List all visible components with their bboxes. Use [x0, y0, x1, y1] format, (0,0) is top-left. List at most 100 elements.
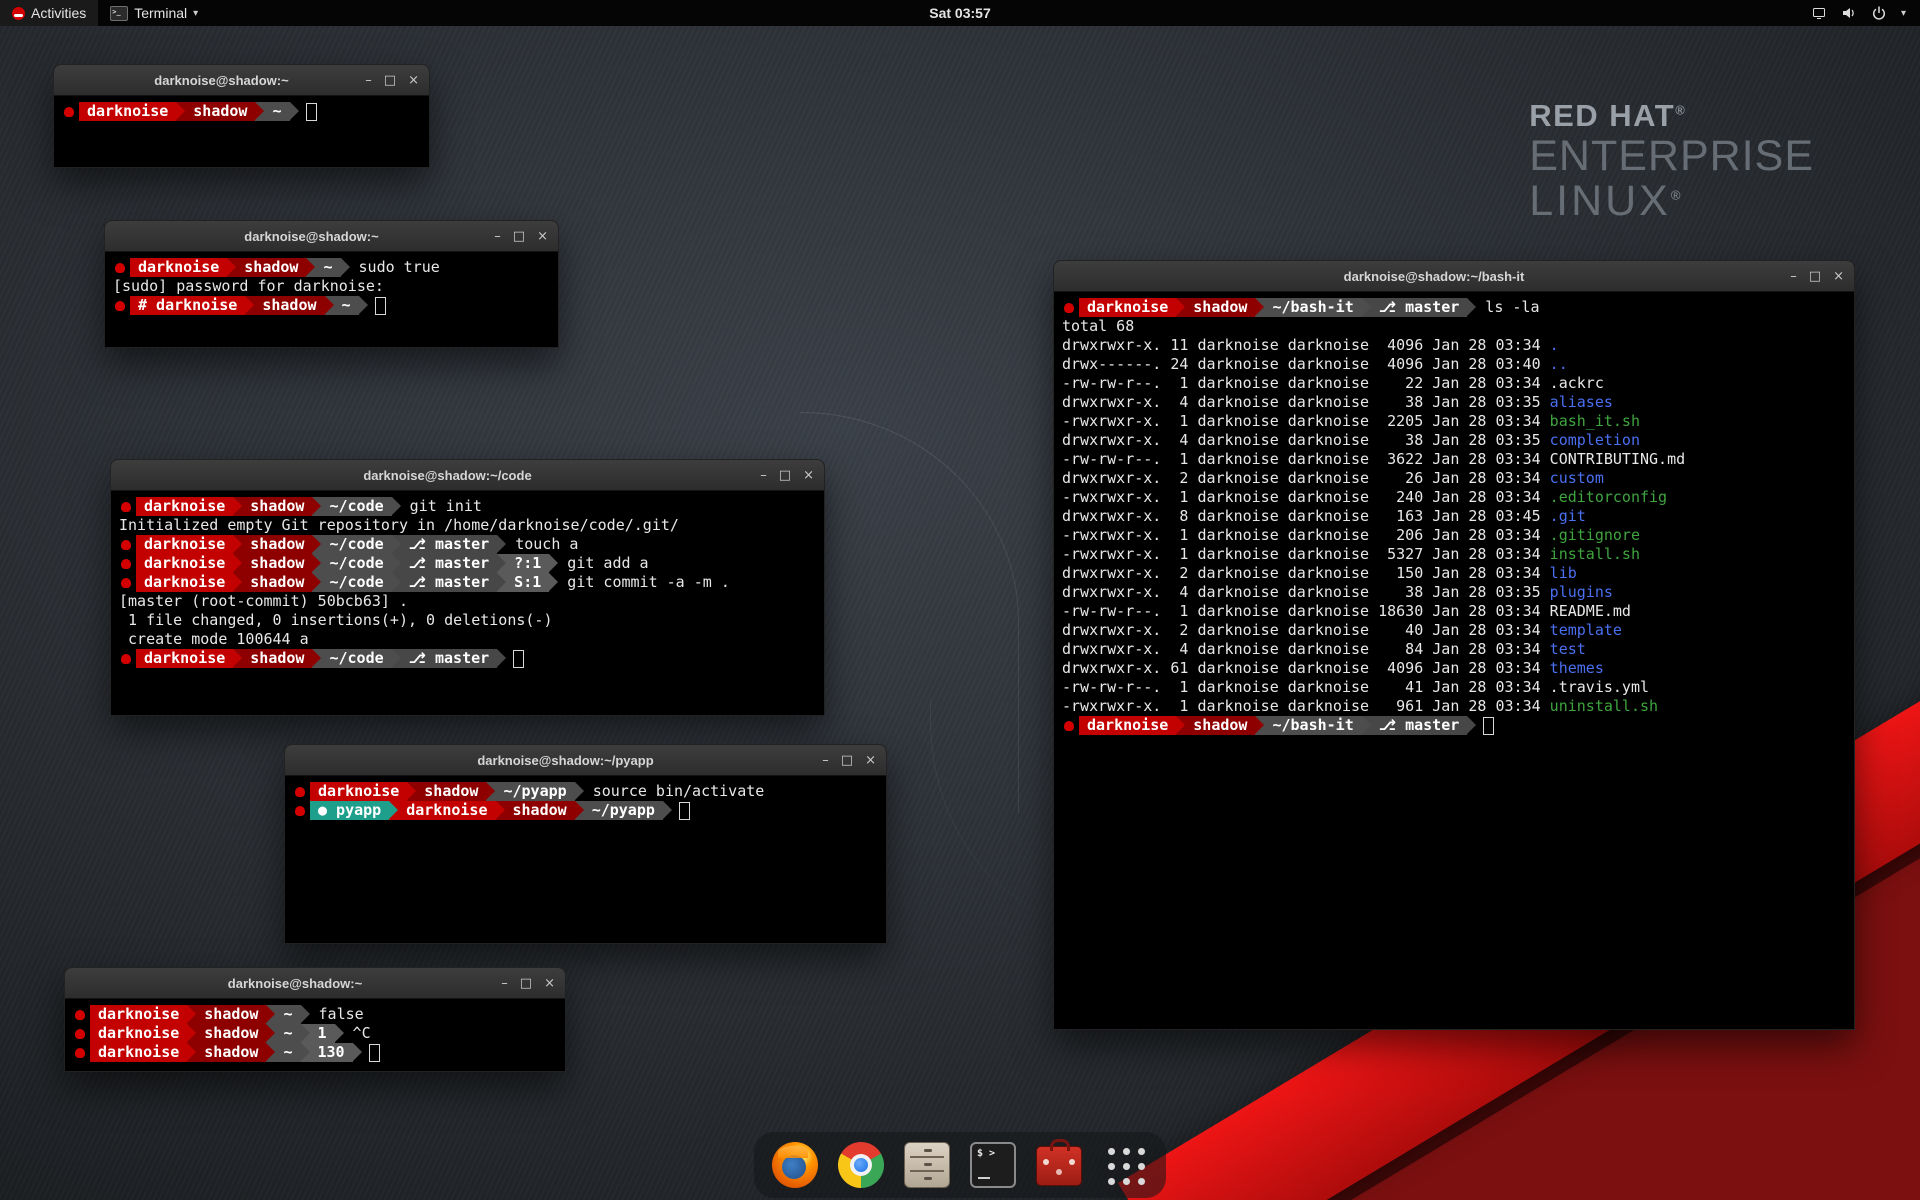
minimize-button[interactable]: –	[494, 230, 501, 243]
chevron-down-icon[interactable]: ▾	[1901, 8, 1906, 19]
file-name: template	[1550, 621, 1622, 640]
files-icon[interactable]	[904, 1142, 950, 1188]
close-button[interactable]: ×	[537, 230, 548, 243]
window-titlebar[interactable]: darknoise@shadow:~–□×	[54, 65, 429, 96]
terminal-window-sudo: darknoise@shadow:~ –□ × darknoiseshadow~ su…	[104, 220, 559, 348]
terminal-text: sudo true	[350, 258, 440, 277]
maximize-button[interactable]: □	[384, 74, 396, 87]
maximize-button[interactable]: □	[513, 230, 525, 243]
minimize-button[interactable]: –	[1790, 270, 1797, 283]
redhat-logo-icon	[12, 7, 25, 20]
terminal-text: drwxrwxr-x. 4 darknoise darknoise 84 Jan…	[1062, 640, 1550, 659]
minimize-button[interactable]: –	[760, 469, 767, 482]
terminal-text: 1 file changed, 0 insertions(+), 0 delet…	[119, 611, 552, 630]
close-button[interactable]: ×	[408, 74, 419, 87]
maximize-button[interactable]: □	[779, 469, 791, 482]
powerline-separator	[359, 296, 368, 315]
display-icon[interactable]	[1811, 5, 1827, 21]
window-title: darknoise@shadow:~	[145, 221, 478, 251]
window-controls: –□ ×	[1790, 261, 1844, 291]
powerline-separator	[497, 649, 506, 668]
prompt-segment-path: ~	[275, 1024, 300, 1043]
terminal-text: git commit -a -m .	[558, 573, 730, 592]
powerline-separator	[187, 1043, 196, 1062]
prompt-segment-path: ~/code	[321, 573, 391, 592]
chrome-icon[interactable]	[838, 1142, 884, 1188]
minimize-button[interactable]: –	[822, 754, 829, 767]
clock[interactable]: Sat 03:57	[0, 5, 1920, 21]
close-button[interactable]: ×	[1833, 270, 1844, 283]
window-titlebar[interactable]: darknoise@shadow:~/bash-it –□ ×	[1054, 261, 1854, 292]
toolbox-icon[interactable]	[1036, 1146, 1082, 1186]
dock	[754, 1132, 1166, 1198]
terminal-icon[interactable]	[970, 1142, 1016, 1188]
terminal-text: drwxrwxr-x. 2 darknoise darknoise 150 Ja…	[1062, 564, 1550, 583]
powerline-separator	[266, 1024, 275, 1043]
powerline-separator	[392, 554, 401, 573]
power-icon[interactable]	[1871, 5, 1887, 21]
terminal-text: ls -la	[1476, 298, 1539, 317]
terminal-content[interactable]: darknoiseshadow~	[54, 96, 429, 127]
file-name: test	[1550, 640, 1586, 659]
powerline-separator	[392, 573, 401, 592]
file-name: .editorconfig	[1550, 488, 1667, 507]
firefox-icon[interactable]	[772, 1142, 818, 1188]
activities-button[interactable]: Activities	[0, 0, 98, 26]
terminal-text: -rwxrwxr-x. 1 darknoise darknoise 2205 J…	[1062, 412, 1550, 431]
window-title: darknoise@shadow:~/bash-it	[1094, 261, 1774, 291]
terminal-content[interactable]: darknoiseshadow~/code git initInitialize…	[111, 491, 824, 674]
terminal-window-exitcodes: darknoise@shadow:~–□×darknoiseshadow~ fa…	[64, 967, 566, 1072]
redhat-prompt-icon	[121, 559, 131, 569]
terminal-line: Initialized empty Git repository in /hom…	[119, 516, 816, 535]
app-menu-terminal[interactable]: >_ Terminal ▾	[98, 0, 210, 26]
minimize-button[interactable]: –	[365, 74, 372, 87]
maximize-button[interactable]: □	[841, 754, 853, 767]
powerline-separator	[266, 1043, 275, 1062]
terminal-app-icon: >_	[110, 6, 128, 21]
redhat-prompt-icon	[75, 1029, 85, 1039]
powerline-separator	[187, 1005, 196, 1024]
terminal-content[interactable]: darknoiseshadow~/bash-it⎇ master ls -lat…	[1054, 292, 1854, 741]
app-grid-icon[interactable]	[1102, 1142, 1148, 1188]
prompt-segment-user: darknoise	[79, 102, 176, 121]
window-titlebar[interactable]: darknoise@shadow:~/code–□×	[111, 460, 824, 491]
powerline-separator	[392, 497, 401, 516]
powerline-separator	[312, 497, 321, 516]
prompt-segment-host: shadow	[254, 296, 324, 315]
file-name: themes	[1550, 659, 1604, 678]
terminal-cursor	[1483, 717, 1494, 735]
close-button[interactable]: ×	[803, 469, 814, 482]
terminal-line: drwxrwxr-x. 4 darknoise darknoise 84 Jan…	[1062, 640, 1846, 659]
prompt-segment-git2: S:1	[506, 573, 549, 592]
terminal-line: drwxrwxr-x. 4 darknoise darknoise 38 Jan…	[1062, 431, 1846, 450]
powerline-separator	[392, 649, 401, 668]
close-button[interactable]: ×	[544, 977, 555, 990]
close-button[interactable]: ×	[865, 754, 876, 767]
powerline-separator	[301, 1043, 310, 1062]
powerline-separator	[341, 258, 350, 277]
redhat-prompt-icon	[295, 806, 305, 816]
terminal-line: [sudo] password for darknoise:	[113, 277, 550, 296]
terminal-line: total 68	[1062, 317, 1846, 336]
window-controls: –□ ×	[822, 745, 876, 775]
window-titlebar[interactable]: darknoise@shadow:~ –□ ×	[105, 221, 558, 252]
maximize-button[interactable]: □	[520, 977, 532, 990]
powerline-separator	[497, 535, 506, 554]
maximize-button[interactable]: □	[1809, 270, 1821, 283]
terminal-line: drwxrwxr-x. 4 darknoise darknoise 38 Jan…	[1062, 393, 1846, 412]
window-titlebar[interactable]: darknoise@shadow:~–□×	[65, 968, 565, 999]
powerline-separator	[266, 1005, 275, 1024]
volume-icon[interactable]	[1841, 5, 1857, 21]
terminal-content[interactable]: darknoiseshadow~ falsedarknoiseshadow~1 …	[65, 999, 565, 1068]
powerline-separator	[392, 535, 401, 554]
terminal-content[interactable]: darknoiseshadow~ sudo true[sudo] passwor…	[105, 252, 558, 321]
terminal-line: drwxrwxr-x. 2 darknoise darknoise 26 Jan…	[1062, 469, 1846, 488]
minimize-button[interactable]: –	[501, 977, 508, 990]
prompt-segment-git2: ?:1	[506, 554, 549, 573]
redhat-prompt-icon	[115, 263, 125, 273]
window-titlebar[interactable]: darknoise@shadow:~/pyapp–□×	[285, 745, 886, 776]
prompt-segment-host: shadow	[1185, 298, 1255, 317]
terminal-content[interactable]: darknoiseshadow~/pyapp source bin/activa…	[285, 776, 886, 826]
prompt-segment-user: darknoise	[398, 801, 495, 820]
windows-layer: darknoise@shadow:~–□×darknoiseshadow~dar…	[0, 0, 1920, 1200]
